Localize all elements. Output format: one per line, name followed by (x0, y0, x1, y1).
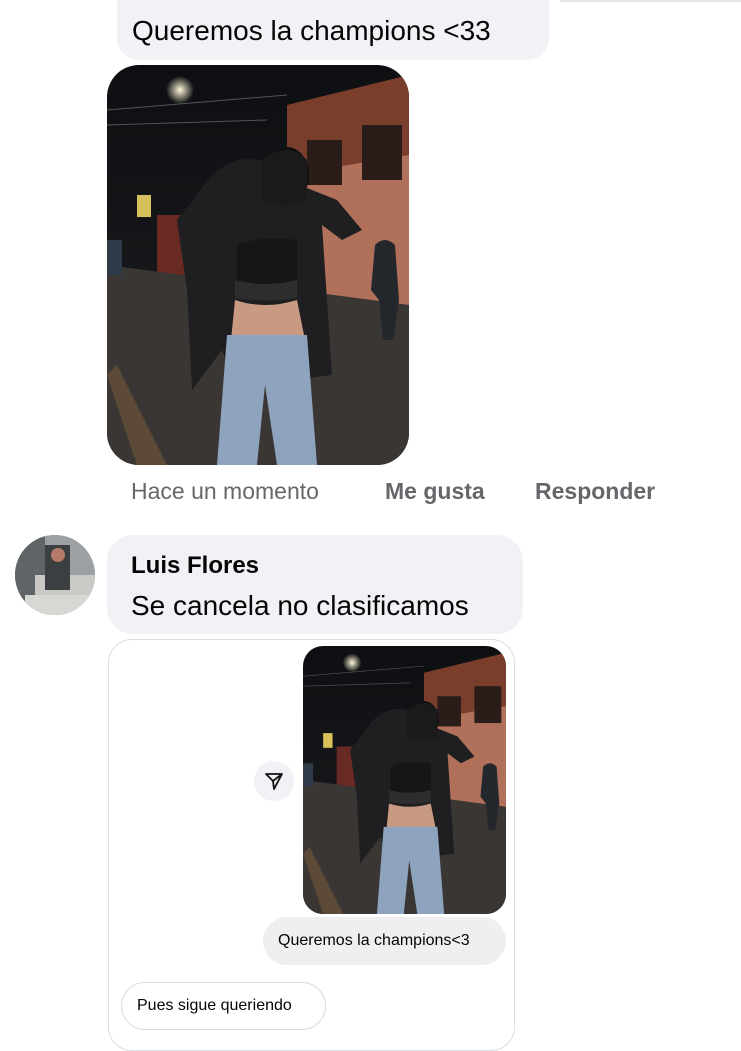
comment-bubble: Queremos la champions <33 (117, 0, 549, 60)
comment-timestamp: Hace un momento (131, 478, 319, 504)
received-message-text: Pues sigue queriendo (137, 997, 292, 1014)
sent-message-text: Queremos la champions<3 (278, 932, 470, 949)
shared-photo[interactable] (303, 646, 506, 914)
comment-author[interactable]: Luis Flores (131, 551, 259, 581)
share-button[interactable] (254, 761, 294, 801)
comment-text: Se cancela no clasificamos (131, 590, 469, 621)
like-button[interactable]: Me gusta (385, 476, 485, 506)
received-message-bubble: Pues sigue queriendo (121, 982, 326, 1030)
reply-button[interactable]: Responder (535, 476, 655, 506)
sent-message-bubble: Queremos la champions<3 (263, 917, 506, 965)
comment-text: Queremos la champions <33 (132, 15, 491, 46)
paper-plane-icon (265, 773, 283, 790)
avatar[interactable] (15, 535, 95, 615)
reply-comment-bubble: Luis Flores Se cancela no clasificamos (107, 535, 523, 634)
divider (560, 0, 741, 2)
comment-photo[interactable] (107, 65, 409, 465)
